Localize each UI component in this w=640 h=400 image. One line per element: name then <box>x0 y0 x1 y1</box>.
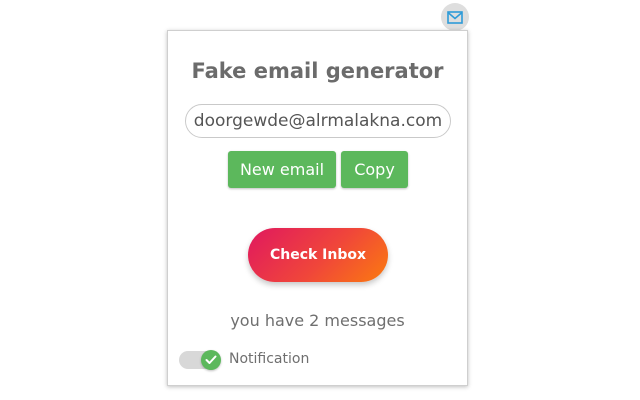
notification-label: Notification <box>229 351 310 367</box>
email-field[interactable] <box>185 104 451 138</box>
check-inbox-button[interactable]: Check Inbox <box>248 228 388 282</box>
popup-title: Fake email generator <box>191 59 444 83</box>
extension-popup: Fake email generator New email Copy Chec… <box>167 30 468 386</box>
copy-button[interactable]: Copy <box>341 151 408 188</box>
checkmark-icon <box>205 355 217 364</box>
message-count-text: you have 2 messages <box>230 311 405 330</box>
screen: Fake email generator New email Copy Chec… <box>0 0 640 400</box>
extension-toolbar-button[interactable] <box>441 3 469 31</box>
envelope-icon <box>447 10 463 24</box>
notification-toggle[interactable] <box>179 349 221 371</box>
new-email-button[interactable]: New email <box>228 151 336 188</box>
toggle-knob <box>201 350 221 370</box>
